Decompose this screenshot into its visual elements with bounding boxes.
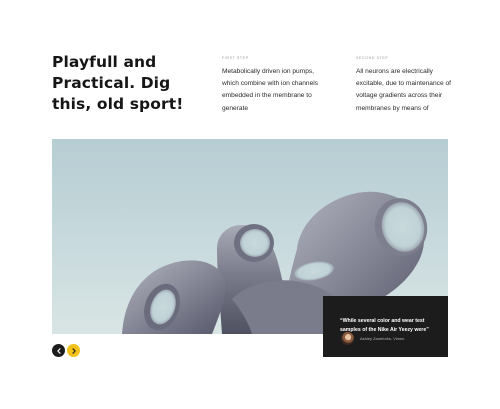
step-text: Metabolically driven ion pumps, which co… xyxy=(222,68,319,112)
next-button[interactable] xyxy=(67,344,80,357)
page: Playfull and Practical. Dig this, old sp… xyxy=(0,0,500,409)
testimonial-author: Ashley Zaneforks, Vimeo xyxy=(341,332,404,345)
step-label: SECOND STEP xyxy=(356,56,389,60)
step-first: FIRST STEP Metabolically driven ion pump… xyxy=(222,55,322,116)
chevron-left-icon xyxy=(56,347,61,354)
step-label: FIRST STEP xyxy=(222,56,249,60)
step-second: SECOND STEP All neurons are electrically… xyxy=(356,55,456,116)
step-text: All neurons are electrically excitable, … xyxy=(356,68,451,112)
avatar xyxy=(341,332,354,345)
page-title: Playfull and Practical. Dig this, old sp… xyxy=(52,53,184,113)
chevron-right-icon xyxy=(71,347,76,354)
author-name: Ashley Zaneforks, Vimeo xyxy=(360,336,405,341)
previous-button[interactable] xyxy=(52,344,65,357)
testimonial-card: “While several color and wear test sampl… xyxy=(323,296,448,357)
